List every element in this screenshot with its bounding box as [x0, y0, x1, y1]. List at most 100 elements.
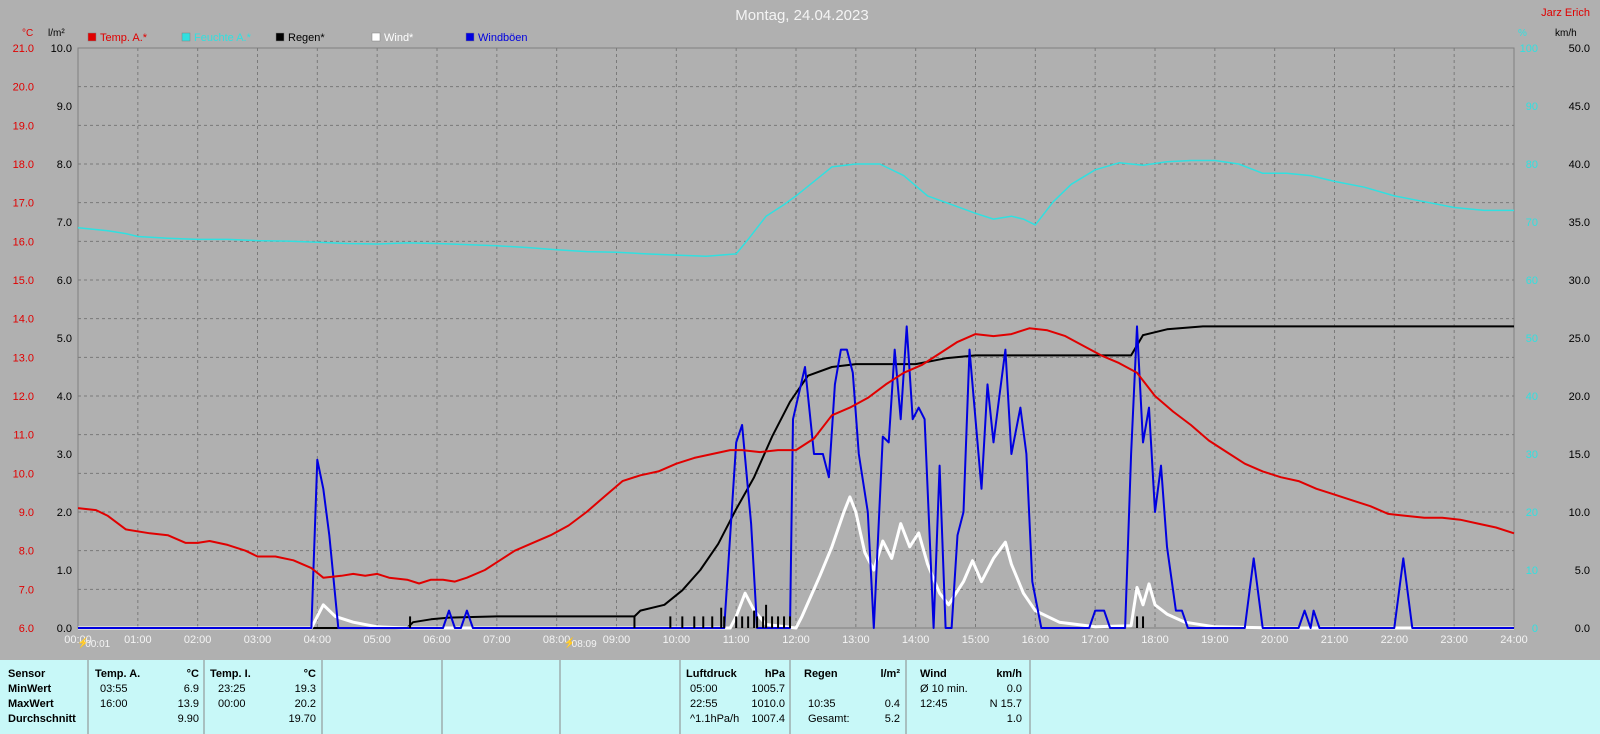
humidity-tick-label: 90 — [1526, 101, 1538, 113]
temp-tick-label: 19.0 — [13, 120, 34, 132]
x-tick-label: 06:00 — [423, 634, 451, 646]
luftdruck-value: 1005.7 — [751, 683, 785, 695]
luftdruck-value: 1007.4 — [751, 713, 785, 725]
x-tick-label: 14:00 — [902, 634, 930, 646]
sensor-header: Sensor — [8, 668, 46, 680]
x-tick-label: 07:00 — [483, 634, 511, 646]
rain-tick-label: 8.0 — [57, 159, 72, 171]
luftdruck-time: ^1.1hPa/h — [690, 713, 739, 725]
humidity-tick-label: 20 — [1526, 507, 1538, 519]
wind-tick-label: 35.0 — [1569, 217, 1590, 229]
regen-value: 5.2 — [885, 713, 900, 725]
rain-tick-label: 6.0 — [57, 275, 72, 287]
sensor-row-label: MaxWert — [8, 698, 54, 710]
temp-tick-label: 20.0 — [13, 82, 34, 94]
temp-tick-label: 11.0 — [13, 430, 34, 442]
luftdruck-header: Luftdruck — [686, 668, 738, 680]
x-tick-label: 13:00 — [842, 634, 870, 646]
temp-tick-label: 13.0 — [13, 352, 34, 364]
temp-tick-label: 9.0 — [19, 507, 34, 519]
event-marker-label: 00:01 — [85, 639, 110, 650]
x-tick-label: 02:00 — [184, 634, 212, 646]
wind-tick-label: 30.0 — [1569, 275, 1590, 287]
regen-time: Gesamt: — [808, 713, 850, 725]
x-tick-label: 19:00 — [1201, 634, 1229, 646]
temp-i-time: 00:00 — [218, 698, 246, 710]
temp-i-value: 20.2 — [295, 698, 316, 710]
rain-tick-label: 3.0 — [57, 449, 72, 461]
rain-unit-label: l/m² — [48, 28, 65, 39]
x-tick-label: 09:00 — [603, 634, 631, 646]
legend-label: Temp. A.* — [100, 32, 148, 44]
x-tick-label: 12:00 — [782, 634, 810, 646]
temp-tick-label: 12.0 — [13, 391, 34, 403]
temp-tick-label: 16.0 — [13, 236, 34, 248]
wind-value: 1.0 — [1007, 713, 1022, 725]
author-label: Jarz Erich — [1541, 7, 1590, 19]
sensor-row-label: Durchschnitt — [8, 713, 76, 725]
wind-value: 0.0 — [1007, 683, 1022, 695]
temp-unit-label: °C — [22, 28, 33, 39]
rain-tick-label: 10.0 — [51, 43, 72, 55]
regen-header: Regen — [804, 668, 838, 680]
temp-tick-label: 18.0 — [13, 159, 34, 171]
humidity-tick-label: 0 — [1532, 623, 1538, 635]
humidity-tick-label: 70 — [1526, 217, 1538, 229]
rain-tick-label: 2.0 — [57, 507, 72, 519]
x-tick-label: 24:00 — [1500, 634, 1528, 646]
rain-tick-label: 0.0 — [57, 623, 72, 635]
temp-i-value: 19.70 — [288, 713, 316, 725]
humidity-tick-label: 30 — [1526, 449, 1538, 461]
regen-unit: l/m² — [880, 668, 900, 680]
rain-tick-label: 9.0 — [57, 101, 72, 113]
temp-i-unit: °C — [304, 668, 316, 680]
temp-tick-label: 7.0 — [19, 584, 34, 596]
humidity-tick-label: 100 — [1520, 43, 1538, 55]
luftdruck-time: 05:00 — [690, 683, 718, 695]
wind-time: Ø 10 min. — [920, 683, 968, 695]
x-tick-label: 10:00 — [663, 634, 691, 646]
panel-text: Sensor MinWert MaxWert Durchschnitt Temp. A.… — [8, 668, 1022, 725]
temp-tick-label: 14.0 — [13, 314, 34, 326]
legend-label: Regen* — [288, 32, 325, 44]
temp-tick-label: 6.0 — [19, 623, 34, 635]
humidity-tick-label: 10 — [1526, 565, 1538, 577]
x-tick-label: 17:00 — [1081, 634, 1109, 646]
rain-tick-label: 7.0 — [57, 217, 72, 229]
wind-value: N 15.7 — [990, 698, 1022, 710]
regen-value: 0.4 — [885, 698, 900, 710]
humidity-tick-label: 40 — [1526, 391, 1538, 403]
humidity-tick-label: 60 — [1526, 275, 1538, 287]
wind-tick-label: 25.0 — [1569, 333, 1590, 345]
legend-label: Windböen — [478, 32, 528, 44]
temp-tick-label: 21.0 — [13, 43, 34, 55]
temp-tick-label: 17.0 — [13, 198, 34, 210]
temp-a-value: 6.9 — [184, 683, 199, 695]
legend-swatch — [275, 32, 285, 42]
x-tick-label: 05:00 — [363, 634, 391, 646]
x-tick-label: 23:00 — [1440, 634, 1468, 646]
humidity-unit-label: % — [1518, 28, 1527, 39]
weather-chart: Montag, 24.04.2023 Jarz Erich °C l/m² % … — [0, 0, 1600, 660]
wind-tick-label: 5.0 — [1575, 565, 1590, 577]
x-tick-label: 11:00 — [723, 634, 750, 646]
wind-tick-label: 15.0 — [1569, 449, 1590, 461]
regen-time: 10:35 — [808, 698, 836, 710]
legend-label: Feuchte A.* — [194, 32, 252, 44]
temp-a-header: Temp. A. — [95, 668, 140, 680]
wind-tick-label: 40.0 — [1569, 159, 1590, 171]
temp-a-time: 03:55 — [100, 683, 128, 695]
legend-swatch — [87, 32, 97, 42]
chart-title: Montag, 24.04.2023 — [735, 7, 868, 24]
wind-header: Wind — [920, 668, 947, 680]
x-tick-label: 03:00 — [244, 634, 272, 646]
x-tick-label: 22:00 — [1381, 634, 1409, 646]
x-tick-label: 18:00 — [1141, 634, 1169, 646]
temp-a-time: 16:00 — [100, 698, 128, 710]
x-tick-label: 20:00 — [1261, 634, 1289, 646]
x-tick-label: 16:00 — [1022, 634, 1050, 646]
wind-tick-label: 20.0 — [1569, 391, 1590, 403]
legend-swatch — [371, 32, 381, 42]
wind-unit: km/h — [996, 668, 1022, 680]
temp-tick-label: 8.0 — [19, 546, 34, 558]
